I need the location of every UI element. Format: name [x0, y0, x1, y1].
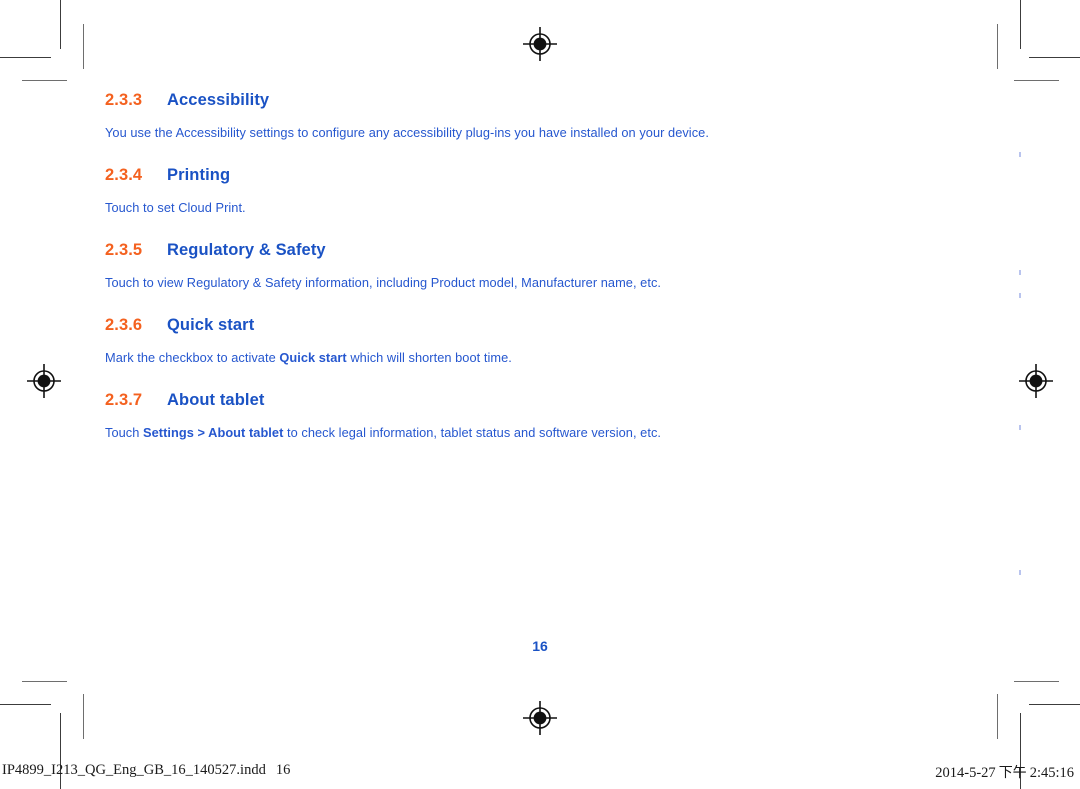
section-2-3-5: 2.3.5 Regulatory & Safety Touch to view …: [105, 240, 945, 293]
body-suffix: which will shorten boot time.: [346, 350, 512, 366]
crop-mark-icon: [60, 0, 61, 49]
section-2-3-3: 2.3.3 Accessibility You use the Accessib…: [105, 90, 945, 143]
crop-mark-icon: [22, 80, 67, 81]
registration-target-icon: [27, 364, 61, 398]
registration-target-icon: [523, 701, 557, 735]
document-page: 2.3.3 Accessibility You use the Accessib…: [0, 0, 1080, 789]
body-prefix: You use the Accessibility settings to co…: [105, 125, 709, 141]
section-title: Quick start: [167, 315, 255, 334]
margin-tick-icon: [1019, 425, 1021, 430]
print-footer: IP4899_I213_QG_Eng_GB_16_140527.indd 16 2…: [0, 762, 1080, 784]
section-2-3-4: 2.3.4 Printing Touch to set Cloud Print.: [105, 165, 945, 218]
body-prefix: Touch: [105, 425, 144, 441]
body-prefix: Mark the checkbox to activate: [105, 350, 280, 366]
registration-target-icon: [1019, 364, 1053, 398]
footer-filename-group: IP4899_I213_QG_Eng_GB_16_140527.indd 16: [2, 762, 290, 779]
crop-mark-icon: [22, 681, 67, 682]
section-number: 2.3.5: [105, 240, 143, 259]
section-title: Printing: [167, 165, 231, 184]
footer-file-index: 16: [275, 762, 291, 778]
crop-mark-icon: [0, 57, 51, 58]
section-heading: 2.3.4 Printing: [105, 165, 945, 186]
body-suffix: to check legal information, tablet statu…: [283, 425, 662, 441]
body-prefix: Touch to set Cloud Print.: [105, 200, 246, 216]
page-number: 16: [532, 638, 548, 654]
registration-target-icon: [523, 27, 557, 61]
section-number: 2.3.4: [105, 165, 143, 184]
section-2-3-6: 2.3.6 Quick start Mark the checkbox to a…: [105, 315, 945, 368]
section-body: Mark the checkbox to activate Quick star…: [105, 349, 945, 368]
crop-mark-icon: [1029, 57, 1080, 58]
section-heading: 2.3.3 Accessibility: [105, 90, 945, 111]
footer-filename: IP4899_I213_QG_Eng_GB_16_140527.indd: [2, 762, 266, 778]
crop-mark-icon: [1014, 80, 1059, 81]
section-title: About tablet: [167, 390, 265, 409]
crop-mark-icon: [0, 704, 51, 705]
margin-tick-icon: [1019, 270, 1021, 275]
section-heading: 2.3.7 About tablet: [105, 390, 945, 411]
crop-mark-icon: [83, 24, 84, 69]
margin-tick-icon: [1019, 152, 1021, 157]
body-emphasis: Quick start: [279, 350, 347, 366]
section-body: Touch to view Regulatory & Safety inform…: [105, 274, 945, 293]
section-number: 2.3.7: [105, 390, 143, 409]
margin-tick-icon: [1019, 293, 1021, 298]
footer-meridiem: 下午: [998, 765, 1027, 781]
footer-timestamp-group: 2014-5-27 下午 2:45:16: [935, 762, 1074, 782]
crop-mark-icon: [997, 24, 998, 69]
section-heading: 2.3.6 Quick start: [105, 315, 945, 336]
section-body: Touch to set Cloud Print.: [105, 199, 945, 218]
crop-mark-icon: [83, 694, 84, 739]
body-prefix: Touch to view Regulatory & Safety inform…: [105, 275, 662, 291]
body-emphasis: Settings > About tablet: [143, 425, 284, 441]
crop-mark-icon: [1029, 704, 1080, 705]
footer-time: 2:45:16: [1029, 765, 1074, 781]
section-number: 2.3.6: [105, 315, 143, 334]
section-heading: 2.3.5 Regulatory & Safety: [105, 240, 945, 261]
section-number: 2.3.3: [105, 91, 143, 109]
section-2-3-7: 2.3.7 About tablet Touch Settings > Abou…: [105, 390, 945, 443]
margin-tick-icon: [1019, 570, 1021, 575]
section-title: Accessibility: [167, 91, 270, 109]
footer-date: 2014-5-27: [935, 765, 996, 781]
section-body: Touch Settings > About tablet to check l…: [105, 424, 945, 443]
section-body: You use the Accessibility settings to co…: [105, 124, 945, 143]
crop-mark-icon: [1014, 681, 1059, 682]
section-title: Regulatory & Safety: [167, 240, 326, 259]
page-content: 2.3.3 Accessibility You use the Accessib…: [105, 90, 945, 443]
crop-mark-icon: [1020, 0, 1021, 49]
crop-mark-icon: [997, 694, 998, 739]
